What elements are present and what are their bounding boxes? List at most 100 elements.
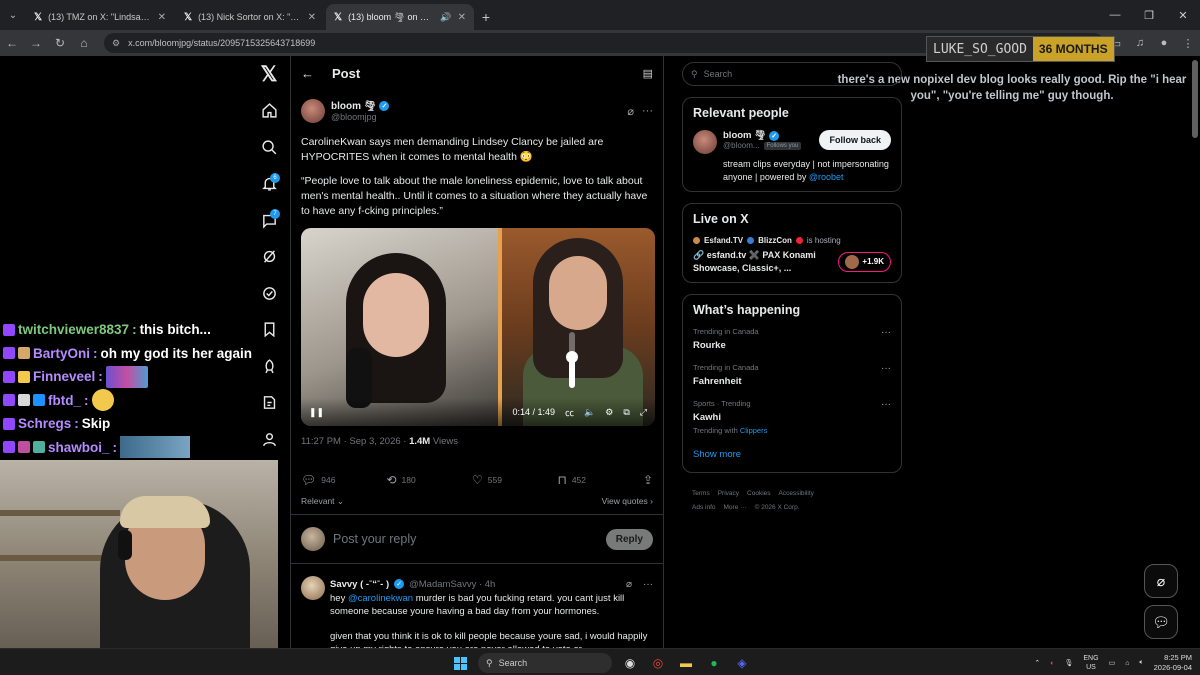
tab-search-icon[interactable]: ⌄ [0,0,26,30]
x-logo-icon[interactable]: 𝕏 [252,56,286,93]
language-indicator[interactable]: ENG US [1083,654,1098,672]
home-icon[interactable]: ⌂ [72,30,96,56]
footer-link-more[interactable]: More ··· [724,504,747,511]
home-nav-icon[interactable] [252,93,286,130]
microphone-icon[interactable]: 🎙︎ [1065,659,1074,667]
footer-link-cookies[interactable]: Cookies [747,490,770,497]
grok-icon[interactable] [252,239,286,276]
notifications-bell-icon[interactable]: 6 [252,166,286,203]
profile-avatar-icon[interactable]: ● [1152,37,1176,49]
site-info-icon[interactable]: ⚙ [112,38,120,49]
author-avatar[interactable] [301,99,325,123]
profile-icon[interactable] [252,421,286,458]
browser-tab-3-active[interactable]: 𝕏 (13) bloom 🌪 on X: "Carolin 🔊 ✕ [326,4,474,30]
speaker-icon[interactable]: 🔊 [440,12,451,23]
bookmark-action[interactable]: ⊓ 452 [557,473,642,487]
reply-avatar[interactable] [301,576,325,600]
taskbar-search[interactable]: ⚲ Search [478,653,612,673]
like-action[interactable]: ♡ 559 [472,473,557,487]
reply-input[interactable]: Post your reply [333,532,598,546]
tray-overflow-icon[interactable]: ⌃ [1034,659,1040,667]
tab-close-icon[interactable]: ✕ [158,12,166,23]
browser-menu-icon[interactable]: ⋮ [1176,37,1200,50]
search-input[interactable]: ⚲ Search [682,62,902,86]
volume-icon[interactable]: 🔈︎ [1139,659,1143,667]
spotify-icon[interactable]: ● [704,653,724,673]
captions-icon[interactable]: ㏄ [565,406,574,419]
discord-icon[interactable]: ◈ [732,653,752,673]
relevant-sort-dropdown[interactable]: Relevant ⌄ [301,496,344,510]
repost-action[interactable]: ⟲ 180 [386,473,471,487]
premium-check-icon[interactable] [252,275,286,312]
picture-in-picture-icon[interactable]: ⧉ [623,407,629,418]
volume-slider[interactable] [566,332,578,388]
pause-icon[interactable]: ❚❚ [309,407,324,418]
footer-link-privacy[interactable]: Privacy [718,490,739,497]
author-handle[interactable]: @bloomjpg [331,112,621,122]
reply-button[interactable]: Reply [605,528,653,550]
post-timestamp[interactable]: 11:27 PM · Sep 3, 2026 · [301,436,409,447]
footer-link-ads-info[interactable]: Ads info [692,504,716,511]
more-options-icon[interactable]: ··· [881,327,891,338]
new-tab-button[interactable]: + [476,4,496,30]
media-control-icon[interactable]: ♫ [1128,37,1152,49]
grok-floating-button[interactable]: ⌀ [1144,564,1178,598]
volume-icon[interactable]: 🔈 [584,407,595,418]
messages-floating-button[interactable]: 💬︎ [1144,605,1178,639]
trend-item[interactable]: Trending in Canada Fahrenheit ··· [693,357,891,393]
forward-arrow-icon[interactable]: → [24,30,48,56]
grok-explain-icon[interactable]: ⌀ [627,105,634,118]
follow-back-button[interactable]: Follow back [819,130,891,150]
host-name[interactable]: Esfand.TV [704,236,743,245]
reply-author-name[interactable]: Savvy ( -ˉ“ˉ- ) [330,578,389,591]
person-name[interactable]: bloom 🌪 [723,130,766,141]
taskbar-clock[interactable]: 8:25 PM 2026-09-04 [1154,653,1192,673]
relevant-person[interactable]: bloom 🌪 ✓ @bloom... Follows you Follow bac… [693,130,891,154]
author-name-row[interactable]: bloom 🌪 ✓ [331,101,621,112]
reply-author-handle[interactable]: @MadamSavvy · 4h [409,578,621,591]
write-post-icon[interactable] [252,385,286,422]
more-options-icon[interactable]: ··· [881,399,891,410]
tab-close-icon[interactable]: ✕ [308,12,316,23]
maximize-icon[interactable]: ❐ [1132,0,1166,30]
video-player[interactable]: ❚❚ 0:14 / 1:49 ㏄ 🔈 ⚙ ⧉ ⤢ [301,228,655,426]
tab-close-icon[interactable]: ✕ [458,12,466,23]
browser-tab-2[interactable]: 𝕏 (13) Nick Sortor on X: "🚨 Lind ✕ [176,4,324,30]
file-explorer-icon[interactable]: ▬ [676,653,696,673]
obs-icon[interactable]: ◉ [620,653,640,673]
minimize-icon[interactable]: — [1098,0,1132,30]
bio-link[interactable]: @roobet [809,172,844,182]
explore-search-icon[interactable] [252,129,286,166]
tray-app-icon[interactable]: ◐ [1050,660,1054,667]
trend-item[interactable]: Trending in Canada Rourke ··· [693,321,891,357]
scrollbar-thumb[interactable] [1192,60,1198,138]
view-quotes-link[interactable]: View quotes › [602,496,653,510]
page-scrollbar[interactable] [1192,60,1198,642]
reply-action[interactable]: 💬︎ 946 [301,473,386,487]
windows-start-icon[interactable] [450,653,470,673]
trend-with-link[interactable]: Clippers [740,426,768,435]
mention-link[interactable]: @carolinekwan [348,593,413,604]
network-icon[interactable]: ⌂ [1125,660,1129,667]
messages-icon[interactable]: 7 [252,202,286,239]
close-window-icon[interactable]: ✕ [1166,0,1200,30]
trend-item[interactable]: Sports · Trending Kawhi Trending with Cl… [693,393,891,441]
more-options-icon[interactable]: ··· [881,363,891,374]
more-options-icon[interactable]: ··· [642,105,653,118]
browser-tab-1[interactable]: 𝕏 (13) TMZ on X: "Lindsay Clancy ✕ [26,4,174,30]
settings-gear-icon[interactable]: ⚙ [605,407,613,418]
back-arrow-icon[interactable]: ← [301,66,314,81]
reload-icon[interactable]: ↻ [48,30,72,56]
share-action[interactable]: ⇪ [643,473,653,487]
chrome-icon[interactable]: ◎ [648,653,668,673]
reader-mode-icon[interactable]: ▤ [643,67,653,80]
show-more-link[interactable]: Show more [693,449,891,460]
host-name[interactable]: BlizzCon [758,236,792,245]
fullscreen-icon[interactable]: ⤢ [640,407,647,418]
back-arrow-icon[interactable]: ← [0,30,24,56]
listeners-badge[interactable]: +1.9K [838,251,891,272]
footer-link-accessibility[interactable]: Accessibility [779,490,814,497]
more-options-icon[interactable]: ··· [643,578,653,591]
rocket-icon[interactable] [252,348,286,385]
display-icon[interactable]: ▭ [1109,659,1116,667]
